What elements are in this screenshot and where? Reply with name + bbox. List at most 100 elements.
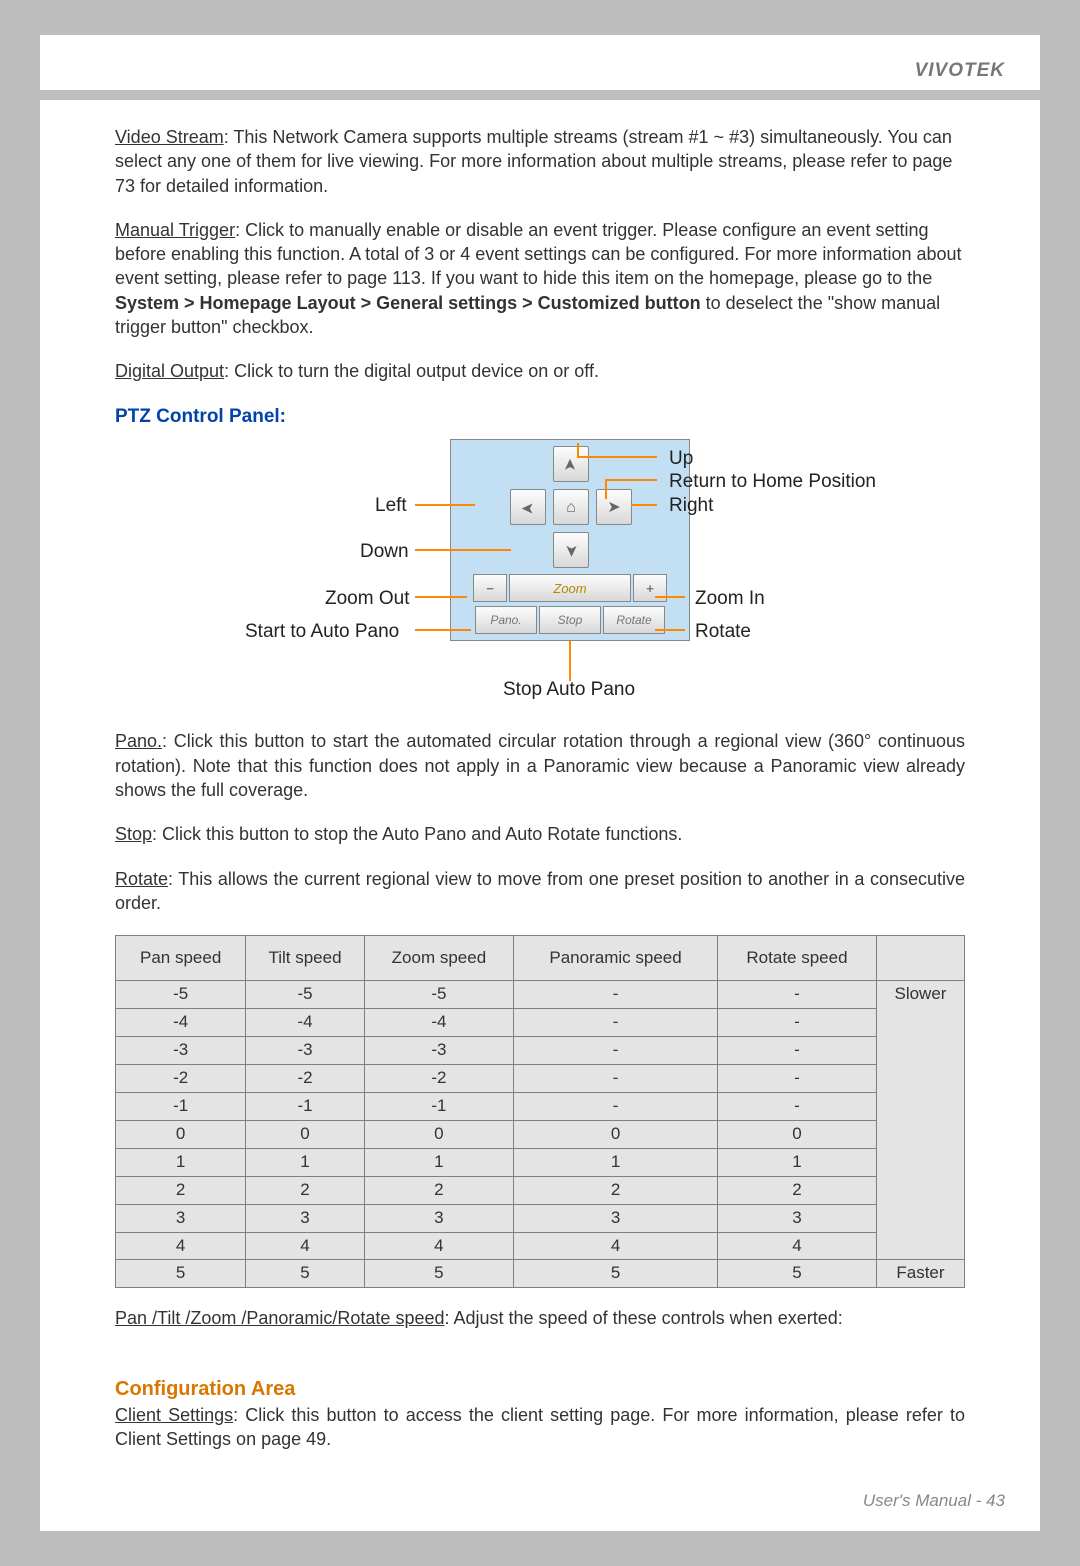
table-cell: -3 xyxy=(116,1036,246,1064)
table-cell: 1 xyxy=(116,1148,246,1176)
table-cell: -2 xyxy=(364,1064,513,1092)
video-stream-text: : This Network Camera supports multiple … xyxy=(115,127,952,196)
ptz-home-button[interactable]: ⌂ xyxy=(553,489,589,525)
pano-para: Pano.: Click this button to start the au… xyxy=(115,729,965,802)
table-cell: - xyxy=(718,1036,877,1064)
callout-line xyxy=(415,549,511,551)
ptz-up-button[interactable]: ➤ xyxy=(553,446,589,482)
table-cell: - xyxy=(514,1092,718,1120)
table-row: 00000 xyxy=(116,1120,965,1148)
table-cell: -1 xyxy=(246,1092,364,1120)
callout-line xyxy=(655,629,685,631)
manual-trigger-bold: System > Homepage Layout > General setti… xyxy=(115,293,701,313)
table-row: 11111 xyxy=(116,1148,965,1176)
th-panoramic: Panoramic speed xyxy=(514,936,718,981)
table-cell: -2 xyxy=(116,1064,246,1092)
pano-label: Pano. xyxy=(115,731,162,751)
table-row: 22222 xyxy=(116,1176,965,1204)
table-cell: -1 xyxy=(364,1092,513,1120)
speed-table: Pan speed Tilt speed Zoom speed Panorami… xyxy=(115,935,965,1288)
th-tilt: Tilt speed xyxy=(246,936,364,981)
table-cell: 4 xyxy=(514,1232,718,1260)
table-cell: 3 xyxy=(246,1204,364,1232)
stop-text: : Click this button to stop the Auto Pan… xyxy=(152,824,682,844)
ptz-left-button[interactable]: ➤ xyxy=(510,489,546,525)
rotate-text: : This allows the current regional view … xyxy=(115,869,965,913)
speed-table-header-row: Pan speed Tilt speed Zoom speed Panorami… xyxy=(116,936,965,981)
ptz-auto-row: Pano. Stop Rotate xyxy=(457,606,683,634)
table-cell: - xyxy=(718,1009,877,1037)
ptz-zoom-out-button[interactable]: − xyxy=(473,574,507,602)
table-row: -5-5-5--Slower xyxy=(116,981,965,1009)
table-row: -1-1-1-- xyxy=(116,1092,965,1120)
table-cell: - xyxy=(514,1036,718,1064)
table-row: 44444 xyxy=(116,1232,965,1260)
table-cell: - xyxy=(514,1009,718,1037)
table-cell: 1 xyxy=(364,1148,513,1176)
digital-output-text: : Click to turn the digital output devic… xyxy=(224,361,599,381)
callout-line xyxy=(569,641,571,681)
config-area-heading: Configuration Area xyxy=(115,1376,965,1403)
callout-line xyxy=(577,443,579,456)
table-cell: 2 xyxy=(514,1176,718,1204)
ptz-diagram: ➤ ➤ ⌂ ➤ ➤ − Zoom + Pano. Stop Rotate xyxy=(115,429,965,719)
rotate-para: Rotate: This allows the current regional… xyxy=(115,867,965,916)
table-row: 55555Faster xyxy=(116,1260,965,1288)
ptz-stop-button[interactable]: Stop xyxy=(539,606,601,634)
client-settings-text: : Click this button to access the client… xyxy=(115,1405,965,1449)
table-cell: 5 xyxy=(364,1260,513,1288)
table-cell: 0 xyxy=(116,1120,246,1148)
table-cell: -5 xyxy=(116,981,246,1009)
table-cell: 0 xyxy=(718,1120,877,1148)
callout-line xyxy=(605,479,657,481)
client-settings-para: Client Settings: Click this button to ac… xyxy=(115,1403,965,1452)
header-brand: VIVOTEK xyxy=(40,55,1040,90)
table-row: -4-4-4-- xyxy=(116,1009,965,1037)
table-cell: 4 xyxy=(246,1232,364,1260)
table-cell: - xyxy=(718,981,877,1009)
stop-para: Stop: Click this button to stop the Auto… xyxy=(115,822,965,846)
table-cell: -5 xyxy=(364,981,513,1009)
ptz-down-button[interactable]: ➤ xyxy=(553,532,589,568)
table-cell: 5 xyxy=(718,1260,877,1288)
speed-note-para: Pan /Tilt /Zoom /Panoramic/Rotate speed:… xyxy=(115,1306,965,1330)
callout-line xyxy=(415,629,471,631)
th-rotate: Rotate speed xyxy=(718,936,877,981)
table-cell: -4 xyxy=(364,1009,513,1037)
table-cell: 0 xyxy=(514,1120,718,1148)
table-cell: -4 xyxy=(116,1009,246,1037)
table-cell: 1 xyxy=(514,1148,718,1176)
callout-line xyxy=(655,596,685,598)
table-cell: -5 xyxy=(246,981,364,1009)
rotate-label: Rotate xyxy=(115,869,168,889)
table-row: 33333 xyxy=(116,1204,965,1232)
video-stream-label: Video Stream xyxy=(115,127,224,147)
digital-output-label: Digital Output xyxy=(115,361,224,381)
th-zoom: Zoom speed xyxy=(364,936,513,981)
table-cell: -3 xyxy=(364,1036,513,1064)
table-cell: - xyxy=(718,1092,877,1120)
table-cell: 2 xyxy=(116,1176,246,1204)
table-cell: - xyxy=(514,981,718,1009)
ptz-zoom-row: − Zoom + xyxy=(457,574,683,602)
table-cell: 0 xyxy=(364,1120,513,1148)
table-cell: 5 xyxy=(246,1260,364,1288)
digital-output-para: Digital Output: Click to turn the digita… xyxy=(115,359,965,383)
slower-tag: Slower xyxy=(876,981,964,1260)
th-pan: Pan speed xyxy=(116,936,246,981)
client-settings-label: Client Settings xyxy=(115,1405,233,1425)
divider-strip xyxy=(40,90,1040,100)
table-cell: 2 xyxy=(718,1176,877,1204)
stop-label: Stop xyxy=(115,824,152,844)
table-cell: - xyxy=(514,1064,718,1092)
table-row: -3-3-3-- xyxy=(116,1036,965,1064)
speed-note-label: Pan /Tilt /Zoom /Panoramic/Rotate speed xyxy=(115,1308,444,1328)
ptz-heading: PTZ Control Panel: xyxy=(115,404,965,430)
table-cell: 1 xyxy=(246,1148,364,1176)
callout-line xyxy=(415,596,467,598)
table-cell: 5 xyxy=(116,1260,246,1288)
ptz-zoom-label: Zoom xyxy=(509,574,631,602)
ptz-right-button[interactable]: ➤ xyxy=(596,489,632,525)
speed-note-text: : Adjust the speed of these controls whe… xyxy=(444,1308,842,1328)
ptz-pano-button[interactable]: Pano. xyxy=(475,606,537,634)
